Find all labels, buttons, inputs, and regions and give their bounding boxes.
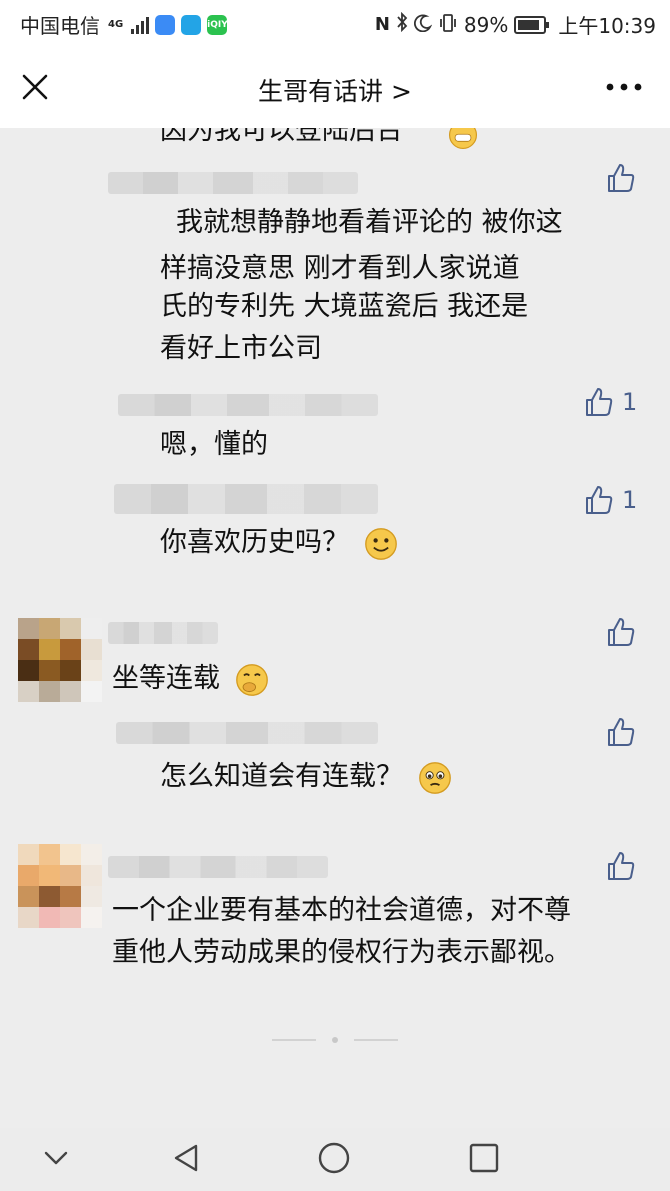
like-count: 1 — [622, 486, 638, 514]
page-title[interactable]: 生哥有话讲 > — [0, 72, 670, 108]
like-button[interactable] — [606, 850, 636, 882]
thinking-emoji-icon — [235, 663, 268, 696]
thumbs-up-icon — [608, 164, 635, 192]
carrier-label: 中国电信 — [20, 14, 100, 38]
cloud-app-icon — [181, 14, 202, 35]
moon-icon — [413, 13, 433, 37]
avatar[interactable] — [18, 844, 102, 928]
recents-icon[interactable] — [466, 1140, 502, 1180]
commenter-name-blurred — [116, 722, 378, 744]
thumbs-up-icon — [608, 852, 635, 880]
iqiyi-app-icon: iQIYI — [207, 14, 231, 35]
chevron-down-icon[interactable] — [40, 1144, 72, 1176]
comment-text: 坐等连载 — [112, 656, 269, 702]
comment-text-body: 坐等连载 — [112, 663, 220, 694]
commenter-name-blurred — [108, 622, 218, 644]
like-button[interactable]: 1 — [584, 484, 637, 516]
comment-text-body: 你喜欢历史吗？ — [160, 527, 349, 558]
end-divider — [272, 1039, 316, 1041]
status-bar: 中国电信 4G iQIYI N 89% 上午10:39 — [0, 0, 670, 48]
nfc-icon: N — [374, 14, 390, 35]
comment-text: 看好上市公司 — [160, 333, 322, 364]
thumbs-up-icon — [608, 618, 635, 646]
end-divider — [354, 1039, 398, 1041]
more-icon[interactable] — [604, 72, 644, 102]
clock: 上午10:39 — [558, 14, 656, 38]
commenter-name-blurred — [114, 484, 378, 514]
battery-icon — [514, 15, 550, 34]
like-button[interactable] — [606, 716, 636, 748]
comment-text: 怎么知道会有连载？ — [160, 754, 452, 800]
thumbs-up-icon — [608, 718, 635, 746]
avatar[interactable] — [18, 618, 102, 702]
network-type: 4G — [108, 18, 124, 30]
comment-text: 你喜欢历史吗？ — [160, 520, 398, 566]
smile-emoji-icon — [364, 527, 397, 560]
like-button[interactable] — [606, 162, 636, 194]
comment-text: 一个企业要有基本的社会道德，对不尊 — [112, 895, 571, 926]
system-nav-bar — [0, 1128, 670, 1191]
comment-partial-text: 因为我可以登陆后台 — [160, 128, 403, 146]
signal-icon — [131, 16, 150, 34]
comment-text-body: 怎么知道会有连载？ — [160, 761, 403, 792]
nav-header: 生哥有话讲 > — [0, 48, 670, 128]
thumbs-up-icon — [586, 486, 613, 514]
vibrate-icon — [438, 13, 458, 37]
bluetooth-icon — [396, 11, 408, 37]
grin-emoji-icon — [448, 128, 478, 150]
comment-text: 嗯，懂的 — [160, 429, 268, 460]
end-dot — [332, 1037, 338, 1043]
pleading-emoji-icon — [418, 761, 451, 794]
like-button[interactable]: 1 — [584, 386, 637, 418]
comment-text: 重他人劳动成果的侵权行为表示鄙视。 — [112, 937, 571, 968]
like-button[interactable] — [606, 616, 636, 648]
comment-list[interactable]: 因为我可以登陆后台 我就想静静地看着评论的 被你这 样搞没意思 刚才看到人家说道… — [0, 128, 670, 1128]
like-count: 1 — [622, 388, 638, 416]
comment-text: 我就想静静地看着评论的 被你这 — [176, 207, 563, 238]
home-icon[interactable] — [316, 1140, 352, 1180]
thumbs-up-icon — [586, 388, 613, 416]
comment-text: 氏的专利先 大境蓝瓷后 我还是 — [160, 291, 529, 322]
commenter-name-blurred — [118, 394, 378, 416]
commenter-name-blurred — [108, 856, 328, 878]
commenter-name-blurred — [108, 172, 358, 194]
back-icon[interactable] — [168, 1140, 204, 1180]
battery-percent: 89% — [463, 12, 509, 37]
shield-app-icon — [155, 14, 176, 35]
